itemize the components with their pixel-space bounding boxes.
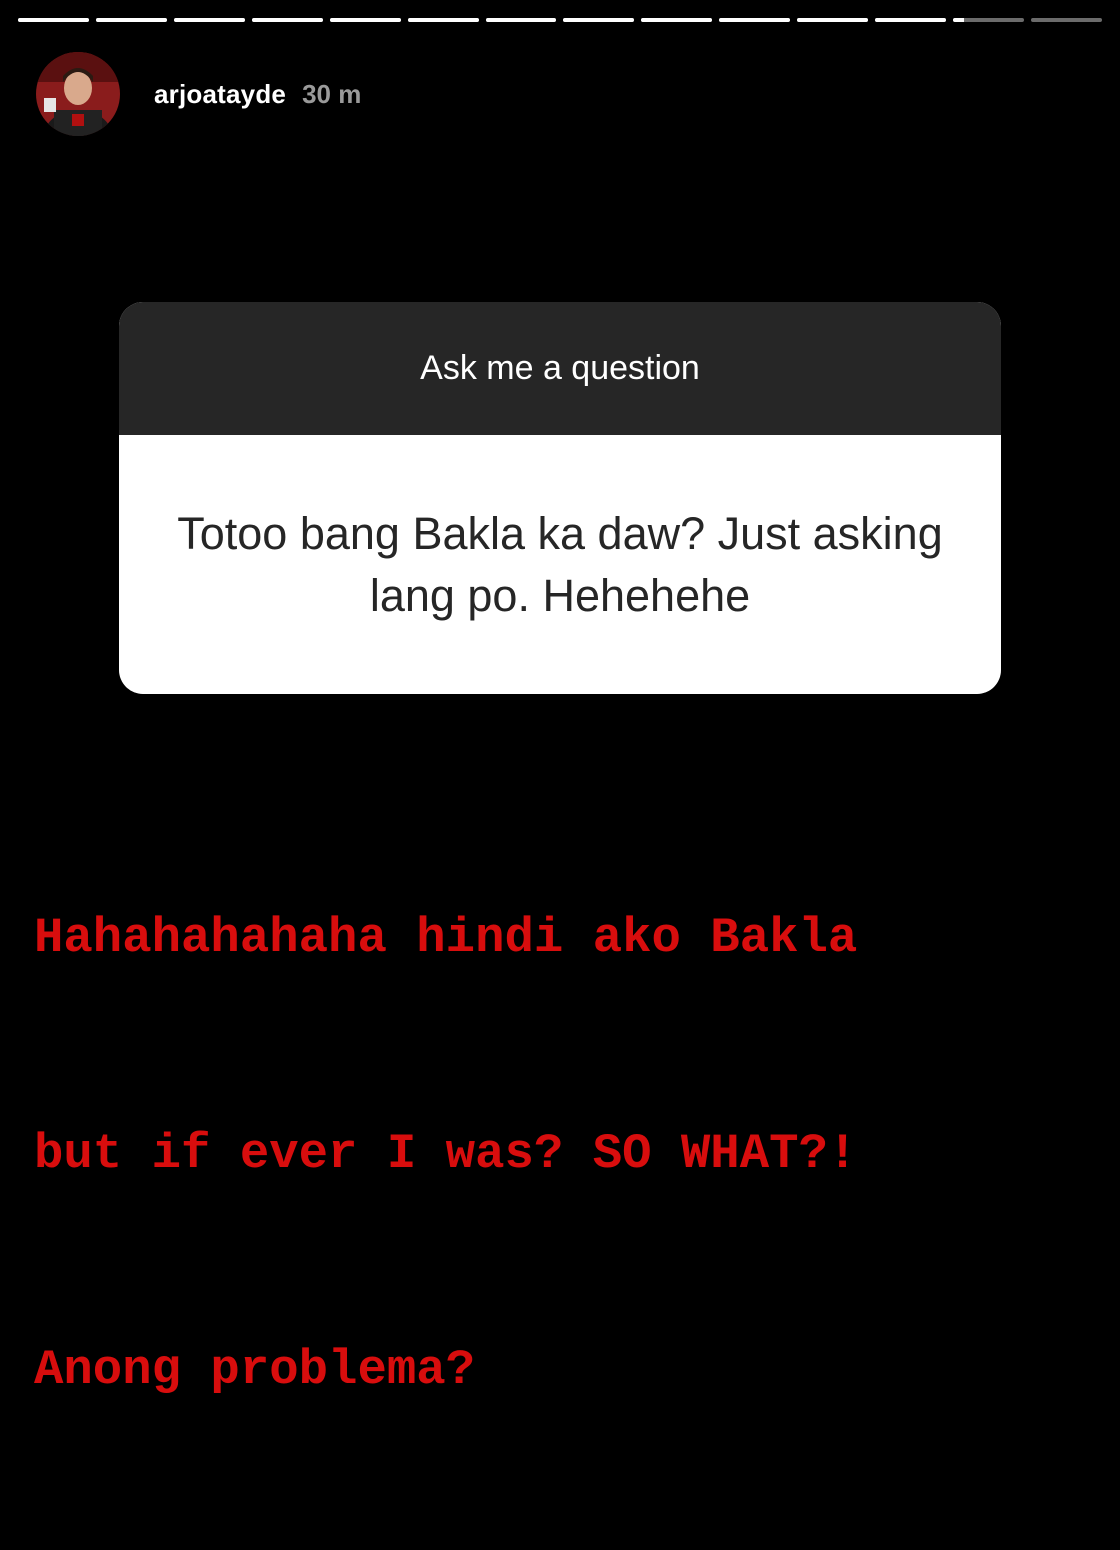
progress-segment [719,18,791,22]
progress-segment-fill [407,18,479,22]
progress-segment-fill [641,18,713,22]
progress-segment-fill [485,18,557,22]
progress-segment [251,18,323,22]
reply-line: Hahahahahaha hindi ako Bakla [34,910,858,966]
reply-line: Anong problema? [34,1342,476,1398]
post-time: 30 m [302,78,362,109]
question-text: Totoo bang Bakla ka daw? Just asking lan… [177,507,943,621]
progress-segment-fill [875,18,947,22]
progress-segment-fill [18,18,89,22]
progress-segment-fill [797,18,869,22]
question-sticker: Ask me a question Totoo bang Bakla ka da… [119,302,1001,694]
progress-segment [18,18,89,22]
progress-segment [875,18,947,22]
progress-segment-fill [251,18,323,22]
progress-segment-fill [329,18,401,22]
progress-segment [173,18,245,22]
progress-segment [407,18,479,22]
progress-segment [563,18,635,22]
progress-segment-fill [563,18,635,22]
reply-text: Hahahahahaha hindi ako Bakla but if ever… [34,758,1104,1550]
progress-segment [329,18,401,22]
progress-segment [485,18,557,22]
story-progress-bar [18,18,1102,23]
progress-segment [953,18,1024,22]
reply-line: but if ever I was? SO WHAT?! [34,1126,858,1182]
question-sticker-title: Ask me a question [119,302,1001,435]
progress-segment-fill [173,18,245,22]
progress-segment [641,18,713,22]
progress-segment [95,18,167,22]
progress-segment-fill [719,18,791,22]
progress-segment-fill [95,18,167,22]
story-viewer[interactable]: arjoatayde 30 m Ask me a question Totoo … [0,0,1120,1398]
story-header: arjoatayde 30 m [36,52,361,136]
profile-avatar-icon[interactable] [36,52,120,136]
progress-segment [1030,18,1102,22]
username[interactable]: arjoatayde [154,79,286,110]
progress-segment-fill [953,18,964,22]
progress-segment [797,18,869,22]
